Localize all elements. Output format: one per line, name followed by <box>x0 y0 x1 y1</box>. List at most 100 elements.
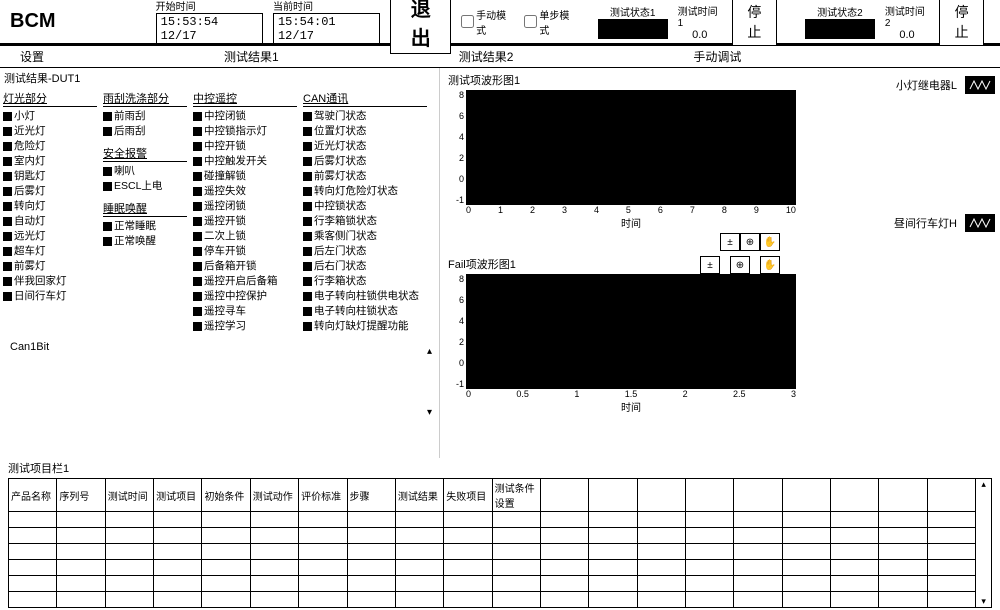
start-time-block: 开始时间 15:53:54 12/17 <box>156 0 263 45</box>
list-item[interactable]: 遥控开启后备箱 <box>193 274 297 289</box>
list-item[interactable]: 后左门状态 <box>303 244 427 259</box>
led-icon <box>3 247 12 256</box>
list-item[interactable]: 遥控学习 <box>193 319 297 334</box>
list-item[interactable]: 前雨刮 <box>103 109 187 124</box>
list-item[interactable]: 前雾灯 <box>3 259 97 274</box>
table-row <box>9 560 976 576</box>
list-item[interactable]: 后备箱开锁 <box>193 259 297 274</box>
top-bar: BCM 开始时间 15:53:54 12/17 当前时间 15:54:01 12… <box>0 0 1000 46</box>
tab-results-2[interactable]: 测试结果2 <box>459 48 514 65</box>
list-item[interactable]: 危险灯 <box>3 139 97 154</box>
led-icon <box>303 217 312 226</box>
led-icon <box>3 112 12 121</box>
list-item[interactable]: 远光灯 <box>3 229 97 244</box>
chart-2: 86420-1 <box>448 274 842 389</box>
led-icon <box>193 307 202 316</box>
list-item[interactable]: 钥匙灯 <box>3 169 97 184</box>
zoom-button-icon[interactable]: ± <box>720 233 740 251</box>
step-mode-checkbox[interactable]: 单步模式 <box>524 7 577 37</box>
exit-button[interactable]: 退出 <box>390 0 451 54</box>
list-item[interactable]: 中控锁指示灯 <box>193 124 297 139</box>
test-status-1: 测试状态1 <box>598 4 668 39</box>
list-item[interactable]: 喇叭 <box>103 164 187 179</box>
target-button-2-icon[interactable]: ⊕ <box>730 256 750 274</box>
led-icon <box>193 277 202 286</box>
list-item[interactable]: 转向灯危险灯状态 <box>303 184 427 199</box>
list-item[interactable]: 乘客侧门状态 <box>303 229 427 244</box>
table-header: 初始条件 <box>202 479 250 512</box>
list-item[interactable]: 中控开锁 <box>193 139 297 154</box>
list-item[interactable]: 位置灯状态 <box>303 124 427 139</box>
table-header: 测试时间 <box>105 479 153 512</box>
list-item[interactable]: 中控闭锁 <box>193 109 297 124</box>
list-item[interactable]: 前雾灯状态 <box>303 169 427 184</box>
chart-2-title: Fail项波形图1 <box>448 256 516 272</box>
list-item[interactable]: 后雨刮 <box>103 124 187 139</box>
list-item[interactable]: 转向灯缺灯提醒功能 <box>303 319 427 334</box>
led-icon <box>303 112 312 121</box>
table-header: 步骤 <box>347 479 395 512</box>
led-icon <box>3 277 12 286</box>
list-item[interactable]: 行李箱状态 <box>303 274 427 289</box>
bottom-table-section: 测试项目栏1 产品名称序列号测试时间测试项目初始条件测试动作评价标准步骤测试结果… <box>0 458 1000 610</box>
table-header: 测试条件设置 <box>492 479 540 512</box>
list-item[interactable]: ESCL上电 <box>103 179 187 194</box>
list-item[interactable]: 中控锁状态 <box>303 199 427 214</box>
chart-2-plot <box>466 274 796 389</box>
list-item[interactable]: 室内灯 <box>3 154 97 169</box>
chart-1: 86420-1 <box>448 90 842 205</box>
stop-button-1[interactable]: 停止 <box>732 0 777 46</box>
list-item[interactable]: 日间行车灯 <box>3 289 97 304</box>
list-item[interactable]: 遥控中控保护 <box>193 289 297 304</box>
manual-mode-checkbox[interactable]: 手动模式 <box>461 7 514 37</box>
table-scrollbar[interactable]: ▴▾ <box>976 478 992 608</box>
list-item[interactable]: 转向灯 <box>3 199 97 214</box>
list-item[interactable]: 正常睡眠 <box>103 219 187 234</box>
list-item[interactable]: 中控触发开关 <box>193 154 297 169</box>
list-item[interactable]: 近光灯状态 <box>303 139 427 154</box>
target-button-icon[interactable]: ⊕ <box>740 233 760 251</box>
list-item[interactable]: 遥控闭锁 <box>193 199 297 214</box>
list-item[interactable]: 超车灯 <box>3 244 97 259</box>
list-item[interactable]: 电子转向柱锁供电状态 <box>303 289 427 304</box>
led-icon <box>3 127 12 136</box>
stop-button-2[interactable]: 停止 <box>939 0 984 46</box>
start-time-label: 开始时间 <box>156 0 263 13</box>
list-item[interactable]: 小灯 <box>3 109 97 124</box>
pan-button-2-icon[interactable]: ✋ <box>760 256 780 274</box>
current-time-block: 当前时间 15:54:01 12/17 <box>273 0 380 45</box>
tab-results-1[interactable]: 测试结果1 <box>224 48 279 65</box>
pan-button-icon[interactable]: ✋ <box>760 233 780 251</box>
scroll-down-icon[interactable]: ▾ <box>427 407 432 418</box>
list-item[interactable]: 后雾灯 <box>3 184 97 199</box>
table-header: 测试项目 <box>154 479 202 512</box>
col-lights: 灯光部分 小灯近光灯危险灯室内灯钥匙灯后雾灯转向灯自动灯远光灯超车灯前雾灯伴我回… <box>0 88 100 336</box>
list-item[interactable]: 后雾灯状态 <box>303 154 427 169</box>
zoom-button-2-icon[interactable]: ± <box>700 256 720 274</box>
list-item[interactable]: 二次上锁 <box>193 229 297 244</box>
list-item[interactable]: 伴我回家灯 <box>3 274 97 289</box>
list-item[interactable]: 自动灯 <box>3 214 97 229</box>
led-icon <box>193 187 202 196</box>
list-item[interactable]: 遥控寻车 <box>193 304 297 319</box>
list-item[interactable]: 电子转向柱锁状态 <box>303 304 427 319</box>
led-icon <box>303 187 312 196</box>
scroll-up-icon[interactable]: ▴ <box>427 346 432 357</box>
list-item[interactable]: 行李箱锁状态 <box>303 214 427 229</box>
led-icon <box>3 292 12 301</box>
tab-manual-debug[interactable]: 手动调试 <box>693 48 741 65</box>
current-time-value: 15:54:01 12/17 <box>273 13 380 45</box>
led-icon <box>3 217 12 226</box>
list-item[interactable]: 停车开锁 <box>193 244 297 259</box>
led-icon <box>303 232 312 241</box>
list-item[interactable]: 驾驶门状态 <box>303 109 427 124</box>
list-item[interactable]: 正常唤醒 <box>103 234 187 249</box>
tab-settings[interactable]: 设置 <box>20 48 44 65</box>
list-item[interactable]: 后右门状态 <box>303 259 427 274</box>
led-icon <box>103 182 112 191</box>
list-item[interactable]: 遥控开锁 <box>193 214 297 229</box>
list-item[interactable]: 近光灯 <box>3 124 97 139</box>
list-item[interactable]: 遥控失效 <box>193 184 297 199</box>
list-item[interactable]: 碰撞解锁 <box>193 169 297 184</box>
led-icon <box>303 127 312 136</box>
